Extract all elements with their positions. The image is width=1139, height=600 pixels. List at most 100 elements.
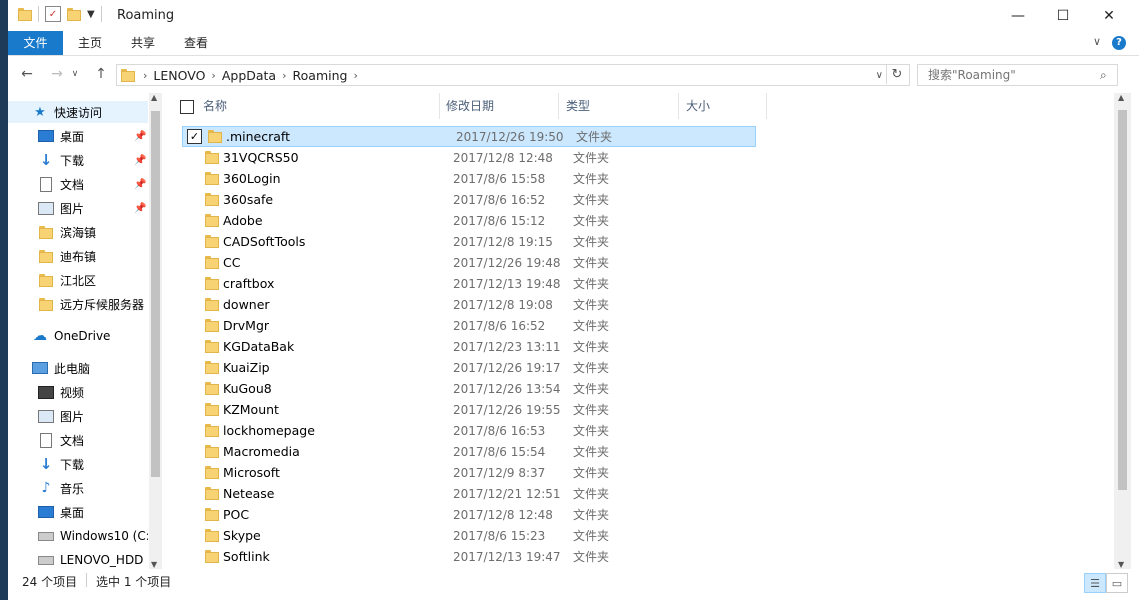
- back-button[interactable]: ←: [16, 65, 38, 83]
- address-dropdown-icon[interactable]: ∨: [876, 70, 883, 81]
- table-row[interactable]: craftbox 2017/12/13 19:48 文件夹: [182, 273, 762, 294]
- tab-share[interactable]: 共享: [119, 31, 167, 55]
- nav-item-this-pc[interactable]: 此电脑: [8, 357, 148, 379]
- file-name: KuGou8: [223, 381, 272, 396]
- properties-icon[interactable]: ✓: [45, 6, 61, 22]
- maximize-button[interactable]: ☐: [1040, 0, 1086, 31]
- nav-item-videos[interactable]: 视频: [8, 381, 148, 403]
- table-row[interactable]: Skype 2017/8/6 15:23 文件夹: [182, 525, 762, 546]
- table-row[interactable]: Softlink 2017/12/13 19:47 文件夹: [182, 546, 762, 567]
- nav-item-documents-pc[interactable]: 文档: [8, 429, 148, 451]
- large-icons-view-button[interactable]: ▭: [1106, 573, 1128, 593]
- table-row[interactable]: lockhomepage 2017/8/6 16:53 文件夹: [182, 420, 762, 441]
- close-button[interactable]: ✕: [1086, 0, 1132, 31]
- table-row[interactable]: 360safe 2017/8/6 16:52 文件夹: [182, 189, 762, 210]
- pin-icon[interactable]: 📌: [134, 179, 146, 190]
- file-name: downer: [223, 297, 270, 312]
- table-row[interactable]: KZMount 2017/12/26 19:55 文件夹: [182, 399, 762, 420]
- table-row[interactable]: 360Login 2017/8/6 15:58 文件夹: [182, 168, 762, 189]
- table-row[interactable]: KuaiZip 2017/12/26 19:17 文件夹: [182, 357, 762, 378]
- chevron-right-icon[interactable]: ›: [353, 69, 357, 82]
- table-row[interactable]: CC 2017/12/26 19:48 文件夹: [182, 252, 762, 273]
- folder-icon: [205, 151, 219, 164]
- pin-icon[interactable]: 📌: [134, 203, 146, 214]
- folder-icon: [205, 382, 219, 395]
- file-list-scrollbar[interactable]: ▲ ▼: [1114, 93, 1131, 569]
- file-list-scrollbar-thumb[interactable]: [1118, 110, 1127, 490]
- table-row[interactable]: KGDataBak 2017/12/23 13:11 文件夹: [182, 336, 762, 357]
- search-icon[interactable]: ⌕: [1100, 68, 1107, 83]
- nav-item-downloads-pc[interactable]: ↓ 下载: [8, 453, 148, 475]
- tab-file[interactable]: 文件: [8, 31, 63, 55]
- file-type: 文件夹: [573, 550, 610, 564]
- file-name: lockhomepage: [223, 423, 315, 438]
- nav-item-drive-lenovo[interactable]: LENOVO_HDD: [8, 549, 148, 569]
- scroll-up-icon[interactable]: ▲: [151, 93, 157, 102]
- nav-item-folder-server[interactable]: 远方斥候服务器: [8, 293, 148, 315]
- table-row[interactable]: CADSoftTools 2017/12/8 19:15 文件夹: [182, 231, 762, 252]
- details-view-button[interactable]: ☰: [1084, 573, 1106, 593]
- refresh-button[interactable]: ↻: [886, 64, 907, 84]
- nav-item-folder-jiangbei[interactable]: 江北区: [8, 269, 148, 291]
- table-row[interactable]: DrvMgr 2017/8/6 16:52 文件夹: [182, 315, 762, 336]
- new-folder-icon[interactable]: [67, 7, 81, 21]
- folder-icon: [205, 193, 219, 206]
- chevron-down-icon[interactable]: ∨: [1093, 35, 1101, 48]
- nav-item-drive-c[interactable]: Windows10 (C:: [8, 525, 148, 547]
- nav-item-pictures[interactable]: 图片 📌: [8, 197, 148, 219]
- minimize-button[interactable]: —: [995, 0, 1041, 31]
- nav-item-documents[interactable]: 文档 📌: [8, 173, 148, 195]
- table-row[interactable]: KuGou8 2017/12/26 13:54 文件夹: [182, 378, 762, 399]
- breadcrumb-lenovo[interactable]: LENOVO: [147, 68, 211, 83]
- table-row[interactable]: ✓ .minecraft 2017/12/26 19:50 文件夹: [182, 126, 756, 147]
- address-bar[interactable]: › LENOVO › AppData › Roaming › ∨: [116, 64, 910, 86]
- column-header-name[interactable]: 名称: [203, 93, 440, 119]
- nav-item-folder-binhai[interactable]: 滨海镇: [8, 221, 148, 243]
- table-row[interactable]: downer 2017/12/8 19:08 文件夹: [182, 294, 762, 315]
- table-row[interactable]: Adobe 2017/8/6 15:12 文件夹: [182, 210, 762, 231]
- tab-view[interactable]: 查看: [172, 31, 220, 55]
- nav-item-onedrive[interactable]: ☁ OneDrive: [8, 325, 148, 347]
- nav-item-desktop-pc[interactable]: 桌面: [8, 501, 148, 523]
- nav-label: 江北区: [60, 273, 97, 288]
- column-header-date[interactable]: 修改日期: [446, 93, 559, 119]
- nav-item-quick-access[interactable]: ★ 快速访问: [8, 101, 148, 123]
- nav-label: 快速访问: [54, 105, 103, 120]
- file-name: KZMount: [223, 402, 279, 417]
- nav-item-desktop[interactable]: 桌面 📌: [8, 125, 148, 147]
- file-type: 文件夹: [573, 424, 610, 438]
- breadcrumb-appdata[interactable]: AppData: [216, 68, 282, 83]
- nav-item-music[interactable]: ♪ 音乐: [8, 477, 148, 499]
- forward-button[interactable]: →: [46, 65, 68, 83]
- recent-locations-button[interactable]: ∨: [68, 65, 82, 83]
- nav-item-folder-dibu[interactable]: 迪布镇: [8, 245, 148, 267]
- table-row[interactable]: POC 2017/12/8 12:48 文件夹: [182, 504, 762, 525]
- title-bar: ✓ ▼ Roaming — ☐ ✕: [8, 0, 1139, 31]
- breadcrumb-roaming[interactable]: Roaming: [287, 68, 354, 83]
- details-view-icon: ☰: [1090, 576, 1100, 590]
- pin-icon[interactable]: 📌: [134, 155, 146, 166]
- nav-label: 此电脑: [54, 361, 91, 376]
- table-row[interactable]: 31VQCRS50 2017/12/8 12:48 文件夹: [182, 147, 762, 168]
- tab-home[interactable]: 主页: [66, 31, 114, 55]
- arrow-left-icon: ←: [21, 66, 33, 82]
- nav-scrollbar[interactable]: ▲ ▼: [149, 93, 162, 569]
- customize-qat-icon[interactable]: ▼: [87, 9, 95, 20]
- scroll-down-icon[interactable]: ▼: [151, 560, 157, 569]
- row-checkbox[interactable]: ✓: [187, 129, 202, 144]
- select-all-checkbox[interactable]: [180, 100, 194, 114]
- table-row[interactable]: Macromedia 2017/8/6 15:54 文件夹: [182, 441, 762, 462]
- table-row[interactable]: Netease 2017/12/21 12:51 文件夹: [182, 483, 762, 504]
- search-input[interactable]: [926, 67, 1100, 83]
- nav-scrollbar-thumb[interactable]: [151, 111, 160, 477]
- column-header-size[interactable]: 大小: [686, 93, 767, 119]
- scroll-down-icon[interactable]: ▼: [1118, 560, 1124, 569]
- table-row[interactable]: Microsoft 2017/12/9 8:37 文件夹: [182, 462, 762, 483]
- nav-item-downloads[interactable]: ↓ 下载 📌: [8, 149, 148, 171]
- help-icon[interactable]: ?: [1112, 36, 1126, 50]
- up-button[interactable]: ↑: [90, 65, 112, 83]
- scroll-up-icon[interactable]: ▲: [1118, 93, 1124, 102]
- column-header-type[interactable]: 类型: [566, 93, 679, 119]
- nav-item-pictures-pc[interactable]: 图片: [8, 405, 148, 427]
- pin-icon[interactable]: 📌: [134, 131, 146, 142]
